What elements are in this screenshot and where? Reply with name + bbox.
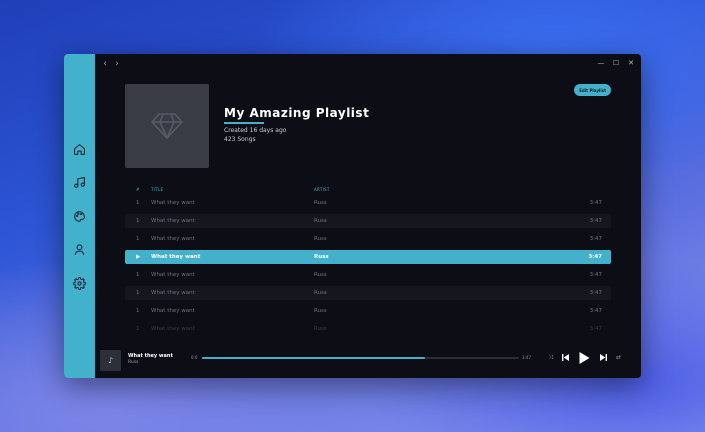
sidebar-item-themes[interactable] <box>72 209 87 224</box>
shuffle-button[interactable]: ⤨ <box>546 353 555 362</box>
track-title: What they want <box>151 218 195 224</box>
track-duration: 3:47 <box>589 236 602 242</box>
close-button[interactable]: ✕ <box>627 59 635 67</box>
track-artist[interactable]: Russ <box>314 200 327 206</box>
playlist-title: My Amazing Playlist <box>224 106 370 120</box>
track-title: What they want <box>151 272 195 278</box>
play-icon <box>579 351 590 364</box>
previous-button[interactable] <box>561 353 570 362</box>
user-icon <box>74 244 85 255</box>
track-number: 1 <box>136 290 140 296</box>
playlist-created: Created 16 days ago <box>224 127 287 134</box>
elapsed-time: 0:0 <box>191 355 198 360</box>
total-time: 3:47 <box>522 355 531 360</box>
track-number: 1 <box>136 218 140 224</box>
track-duration: 3:47 <box>589 290 602 296</box>
track-artist[interactable]: Russ <box>314 326 327 332</box>
app-window: ‹ › — ☐ ✕ My Amazing Playlist Created 16… <box>64 54 641 378</box>
skip-next-icon <box>600 354 607 361</box>
gear-icon <box>73 277 86 290</box>
track-title: What they want <box>151 326 195 332</box>
track-number: 1 <box>136 236 140 242</box>
table-row[interactable]: 1 What they want Russ 3:47 <box>125 214 611 228</box>
forward-button[interactable]: › <box>113 59 121 69</box>
table-row[interactable]: 1 What they want Russ 3:47 <box>125 196 611 210</box>
column-header-title[interactable]: TITLE <box>151 187 163 192</box>
shuffle-icon: ⤨ <box>548 353 553 361</box>
player-bar: ♪ What they want Russ 0:0 3:47 ⤨ ⇄ <box>95 350 641 378</box>
back-button[interactable]: ‹ <box>101 59 109 69</box>
title-underline <box>224 122 264 124</box>
minimize-button[interactable]: — <box>597 59 605 67</box>
table-row[interactable]: 1 What they want Russ 3:47 <box>125 286 611 300</box>
progress-fill <box>202 357 426 359</box>
track-artist[interactable]: Russ <box>314 254 329 260</box>
track-title: What they want <box>151 290 195 296</box>
track-duration: 3:47 <box>589 272 602 278</box>
home-icon <box>74 144 85 155</box>
playlist-song-count: 423 Songs <box>224 136 256 143</box>
now-playing-title[interactable]: What they want <box>128 353 173 359</box>
play-button[interactable] <box>578 351 591 364</box>
track-number: 1 <box>136 272 140 278</box>
table-row[interactable]: 1 What they want Russ 3:47 <box>125 304 611 318</box>
sidebar-item-home[interactable] <box>72 142 87 157</box>
edit-playlist-button[interactable]: Edit Playlist <box>574 84 611 96</box>
track-duration: 3:47 <box>589 308 602 314</box>
track-number: 1 <box>136 326 140 332</box>
diamond-icon <box>151 113 183 139</box>
track-artist[interactable]: Russ <box>314 218 327 224</box>
repeat-button[interactable]: ⇄ <box>614 353 623 362</box>
repeat-icon: ⇄ <box>615 354 622 361</box>
table-row[interactable]: 1 What they want Russ 3:47 <box>125 268 611 282</box>
next-button[interactable] <box>599 353 608 362</box>
window-controls: — ☐ ✕ <box>597 59 635 67</box>
progress-slider[interactable] <box>202 357 519 359</box>
track-number: 1 <box>136 308 140 314</box>
track-number: 1 <box>136 200 140 206</box>
track-duration: 3:47 <box>589 200 602 206</box>
track-duration: 3:47 <box>589 218 602 224</box>
history-nav: ‹ › <box>101 59 121 69</box>
music-note-icon: ♪ <box>107 356 114 365</box>
track-duration: 3:47 <box>588 254 602 260</box>
track-list: 1 What they want Russ 3:47 1 What they w… <box>125 196 611 340</box>
table-row[interactable]: 1 What they want Russ 3:47 <box>125 232 611 246</box>
main-panel: ‹ › — ☐ ✕ My Amazing Playlist Created 16… <box>95 54 641 378</box>
playlist-cover <box>125 84 209 168</box>
track-artist[interactable]: Russ <box>314 272 327 278</box>
skip-previous-icon <box>562 354 569 361</box>
column-header-artist[interactable]: ARTIST <box>314 187 330 192</box>
column-header-num: # <box>136 187 140 192</box>
table-row-playing[interactable]: ▶ What they want Russ 3:47 <box>125 250 611 264</box>
sidebar-item-music[interactable] <box>72 175 87 190</box>
track-title: What they want <box>151 308 195 314</box>
sidebar-item-settings[interactable] <box>72 276 87 291</box>
track-title: What they want <box>151 236 195 242</box>
now-playing-artwork[interactable]: ♪ <box>100 350 121 371</box>
play-indicator-icon: ▶ <box>136 254 141 260</box>
track-title: What they want <box>151 254 201 260</box>
track-duration: 3:47 <box>589 326 602 332</box>
sidebar <box>64 54 95 378</box>
table-row[interactable]: 1 What they want Russ 3:47 <box>125 322 611 336</box>
maximize-button[interactable]: ☐ <box>612 59 620 67</box>
track-artist[interactable]: Russ <box>314 290 327 296</box>
track-artist[interactable]: Russ <box>314 308 327 314</box>
track-artist[interactable]: Russ <box>314 236 327 242</box>
music-icon <box>74 177 85 188</box>
now-playing-artist[interactable]: Russ <box>128 360 138 365</box>
track-title: What they want <box>151 200 195 206</box>
palette-icon <box>74 211 85 222</box>
sidebar-item-profile[interactable] <box>72 242 87 257</box>
